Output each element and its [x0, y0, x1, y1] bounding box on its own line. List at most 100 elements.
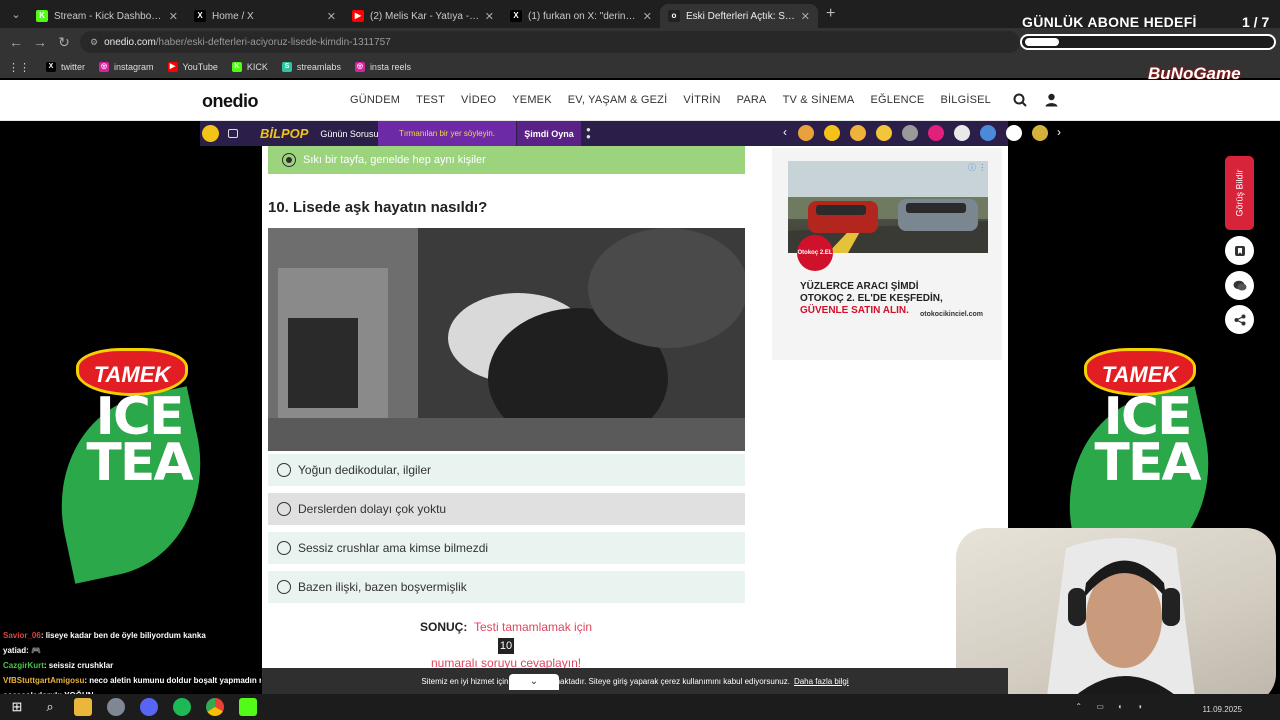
tab-close-icon[interactable]: ✕	[801, 10, 810, 23]
bookmark-item[interactable]: ◎ instagram	[99, 62, 154, 72]
result-question-number[interactable]: 10	[498, 638, 514, 654]
kick-icon[interactable]	[239, 698, 257, 716]
bookmark-label: streamlabs	[296, 62, 341, 72]
tamek-ad-left[interactable]: TAMEK ICE TEA	[39, 340, 223, 584]
bookmark-item[interactable]: Xtwitter	[46, 62, 85, 72]
tab-search-icon[interactable]: ⌄	[4, 4, 28, 24]
subscriber-goal-title: GÜNLÜK ABONE HEDEFİ	[1022, 14, 1197, 30]
nav-item[interactable]: VİTRİN	[683, 94, 720, 106]
tab-close-icon[interactable]: ✕	[169, 10, 178, 23]
cube-icon[interactable]	[902, 125, 918, 141]
address-bar[interactable]: ⚙ onedio.com/haber/eski-defterleri-aciyo…	[80, 31, 1020, 53]
nav-item[interactable]: EĞLENCE	[870, 94, 924, 106]
site-info-icon[interactable]: ⚙	[90, 37, 98, 48]
bilpop-logo[interactable]: BİLPOP	[260, 126, 308, 141]
chat-username[interactable]: Savior_06	[3, 631, 41, 640]
selected-answer[interactable]: Sıkı bir tayfa, genelde hep aynı kişiler	[268, 146, 745, 174]
tab-close-icon[interactable]: ✕	[485, 10, 494, 23]
ok-icon[interactable]	[1006, 125, 1022, 141]
search-icon[interactable]	[1013, 93, 1027, 110]
bookmark-label: insta reels	[369, 62, 411, 72]
tab-title: Stream - Kick Dashboard	[54, 10, 165, 22]
app-icon[interactable]	[107, 698, 125, 716]
system-tray[interactable]: ⌃ ▭ ◐ ◑	[1075, 702, 1148, 711]
reload-icon[interactable]: ↻	[52, 34, 76, 51]
heart-eyes-icon[interactable]	[824, 125, 840, 141]
gunun-sorusu-label: Günün Sorusu	[320, 128, 379, 139]
chevron-left-icon[interactable]: ‹	[783, 125, 787, 139]
chrome-icon[interactable]	[206, 698, 224, 716]
tab-close-icon[interactable]: ✕	[327, 10, 336, 23]
bookmark-label: twitter	[61, 62, 86, 72]
answer-option[interactable]: Derslerden dolayı çok yoktu	[268, 493, 745, 525]
answer-option[interactable]: Bazen ilişki, bazen boşvermişlik	[268, 571, 745, 603]
nav-item[interactable]: YEMEK	[512, 94, 552, 106]
reaction-icon[interactable]	[798, 125, 814, 141]
file-explorer-icon[interactable]	[74, 698, 92, 716]
nav-item[interactable]: VİDEO	[461, 94, 496, 106]
chat-username[interactable]: VfBStuttgartAmigosu	[3, 676, 84, 685]
user-icon[interactable]	[1045, 93, 1058, 110]
feedback-button[interactable]: Görüş Bildir	[1225, 156, 1254, 230]
nav-item[interactable]: TEST	[416, 94, 445, 106]
forward-icon[interactable]: →	[28, 34, 52, 50]
tab-close-icon[interactable]: ✕	[643, 10, 652, 23]
answer-option-label: Yoğun dedikodular, ilgiler	[298, 463, 431, 477]
chevron-right-icon[interactable]: ›	[1057, 125, 1061, 139]
bookmark-icon[interactable]	[1225, 236, 1254, 265]
ad-line-2: OTOKOÇ 2. EL'DE KEŞFEDİN,	[800, 293, 943, 304]
new-tab-button[interactable]: +	[826, 5, 835, 23]
spotify-icon[interactable]	[173, 698, 191, 716]
grid-icon[interactable]	[228, 129, 238, 138]
sad-face-icon[interactable]	[850, 125, 866, 141]
more-dots-icon[interactable]: ● ●	[586, 126, 591, 141]
chevron-down-icon[interactable]: ⌄	[509, 674, 559, 690]
answer-option[interactable]: Yoğun dedikodular, ilgiler	[268, 454, 745, 486]
bookmark-favicon-icon: ▶	[167, 62, 178, 72]
cookie-more-link[interactable]: Daha fazla bilgi	[794, 677, 849, 686]
nav-item[interactable]: GÜNDEM	[350, 94, 400, 106]
browser-tab[interactable]: X Home / X ✕	[186, 4, 344, 28]
bookmarks-bar: ⋮⋮ Xtwitter ◎ instagram ▶ YouTube K KICK Sstrea…	[0, 56, 1280, 78]
ad-line-1: YÜZLERCE ARACI ŞİMDİ	[800, 281, 919, 292]
browser-tab[interactable]: o Eski Defterleri Açtık: Senin Lise ✕	[660, 4, 818, 28]
site-header: onedio GÜNDEM TEST VİDEO YEMEK EV, YAŞAM & G…	[0, 80, 1280, 121]
chat-username[interactable]: CazgirKurt	[3, 661, 44, 670]
bookmark-item[interactable]: ▶ YouTube	[167, 62, 218, 72]
ad-info-icon[interactable]: ⓘ ⋮	[968, 162, 986, 173]
app-icon[interactable]	[928, 125, 944, 141]
bookmark-item[interactable]: ◎ insta reels	[354, 62, 411, 72]
badge-icon[interactable]	[1032, 125, 1048, 141]
tamek-ad-right[interactable]: TAMEK ICE TEA	[1047, 340, 1231, 584]
smiley-icon[interactable]	[202, 125, 219, 142]
answer-option-label: Bazen ilişki, bazen boşvermişlik	[298, 580, 467, 594]
play-now-button[interactable]: Şimdi Oyna	[517, 121, 581, 146]
answer-option[interactable]: Sessiz crushlar ama kimse bilmezdi	[268, 532, 745, 564]
nav-item[interactable]: PARA	[737, 94, 767, 106]
browser-tab[interactable]: X (1) furkan on X: "derince amelly ✕	[502, 4, 660, 28]
tab-title: (2) Melis Kar - Yatıya - YouTube	[370, 10, 481, 22]
nav-item[interactable]: TV & SİNEMA	[783, 94, 855, 106]
browser-tab[interactable]: K Stream - Kick Dashboard ✕	[28, 4, 186, 28]
nav-item[interactable]: BİLGİSEL	[940, 94, 991, 106]
discord-icon[interactable]	[140, 698, 158, 716]
comments-icon[interactable]	[1225, 271, 1254, 300]
browser-tab[interactable]: ▶ (2) Melis Kar - Yatıya - YouTube ✕	[344, 4, 502, 28]
advertisement[interactable]: ⓘ ⋮ Otokoç 2.EL YÜZLERCE ARACI ŞİMDİ OTO…	[772, 148, 1002, 360]
share-icon[interactable]	[1225, 305, 1254, 334]
onedio-logo[interactable]: onedio	[202, 91, 259, 112]
windows-start-icon[interactable]: ⊞	[8, 698, 26, 716]
globe-icon[interactable]	[980, 125, 996, 141]
laugh-icon[interactable]	[876, 125, 892, 141]
search-taskbar-icon[interactable]: ⌕	[41, 698, 59, 716]
bookmark-item[interactable]: K KICK	[231, 62, 268, 72]
nav-item[interactable]: EV, YAŞAM & GEZİ	[568, 94, 668, 106]
selected-answer-label: Sıkı bir tayfa, genelde hep aynı kişiler	[303, 154, 486, 166]
back-icon[interactable]: ←	[4, 34, 28, 50]
radio-unchecked-icon	[277, 502, 291, 516]
cross-icon[interactable]	[954, 125, 970, 141]
apps-grid-icon[interactable]: ⋮⋮	[8, 61, 30, 74]
chat-text: : 🎮	[26, 646, 41, 655]
chat-username[interactable]: yatiad	[3, 646, 26, 655]
bookmark-item[interactable]: Sstreamlabs	[281, 62, 341, 72]
